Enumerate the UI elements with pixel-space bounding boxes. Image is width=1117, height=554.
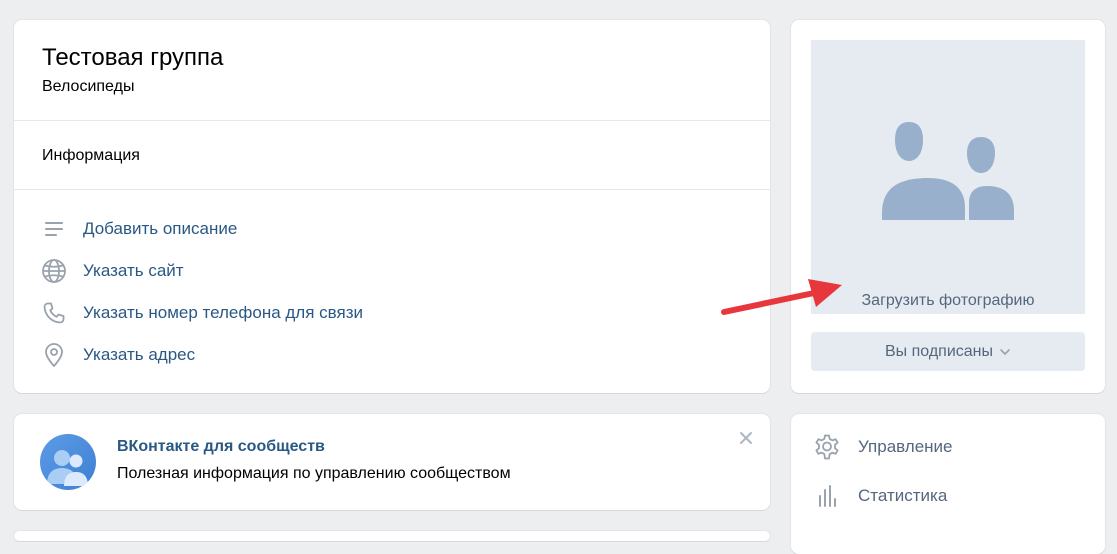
location-pin-icon bbox=[40, 341, 68, 369]
annotation-arrow-icon bbox=[721, 279, 842, 315]
info-section-title: Информация bbox=[42, 147, 140, 164]
link-label: Добавить описание bbox=[83, 219, 238, 238]
menu-item-management[interactable]: Управление bbox=[813, 433, 953, 461]
menu-item-label: Статистика bbox=[858, 486, 948, 505]
banner-title-link[interactable]: ВКонтакте для сообществ bbox=[117, 438, 325, 456]
management-menu-card: Управление Статистика bbox=[791, 414, 1105, 554]
add-phone-link[interactable]: Указать номер телефона для связи bbox=[40, 299, 363, 327]
group-info-card: Тестовая группа Велосипеды Информация До… bbox=[14, 20, 770, 393]
bar-chart-icon bbox=[813, 482, 841, 510]
group-title: Тестовая группа bbox=[42, 44, 224, 71]
chevron-down-icon bbox=[1000, 348, 1010, 355]
banner-text: Полезная информация по управлению сообще… bbox=[117, 465, 511, 482]
upload-photo-area[interactable]: Загрузить фотографию bbox=[811, 40, 1085, 314]
subscribed-dropdown-button[interactable]: Вы подписаны bbox=[811, 332, 1085, 371]
link-label: Указать номер телефона для связи bbox=[83, 303, 363, 322]
group-photo-card: Загрузить фотографию Вы подписаны bbox=[791, 20, 1105, 393]
subscribed-label: Вы подписаны bbox=[885, 342, 993, 360]
gear-icon bbox=[813, 433, 841, 461]
add-description-link[interactable]: Добавить описание bbox=[40, 215, 237, 243]
divider bbox=[14, 189, 770, 190]
divider bbox=[14, 120, 770, 121]
vk-for-communities-banner: ВКонтакте для сообществ Полезная информа… bbox=[14, 414, 770, 510]
close-icon[interactable] bbox=[736, 428, 756, 448]
community-avatar bbox=[40, 434, 96, 490]
group-subtitle: Велосипеды bbox=[42, 78, 135, 95]
menu-item-label: Управление bbox=[858, 437, 953, 456]
globe-icon bbox=[40, 257, 68, 285]
menu-item-statistics[interactable]: Статистика bbox=[813, 482, 947, 510]
community-placeholder-icon bbox=[882, 122, 1014, 220]
add-website-link[interactable]: Указать сайт bbox=[40, 257, 184, 285]
link-label: Указать сайт bbox=[83, 261, 184, 280]
upload-photo-label: Загрузить фотографию bbox=[861, 292, 1035, 309]
phone-icon bbox=[40, 299, 68, 327]
add-address-link[interactable]: Указать адрес bbox=[40, 341, 195, 369]
link-label: Указать адрес bbox=[83, 345, 196, 364]
list-icon bbox=[40, 215, 68, 243]
next-card bbox=[14, 531, 770, 541]
